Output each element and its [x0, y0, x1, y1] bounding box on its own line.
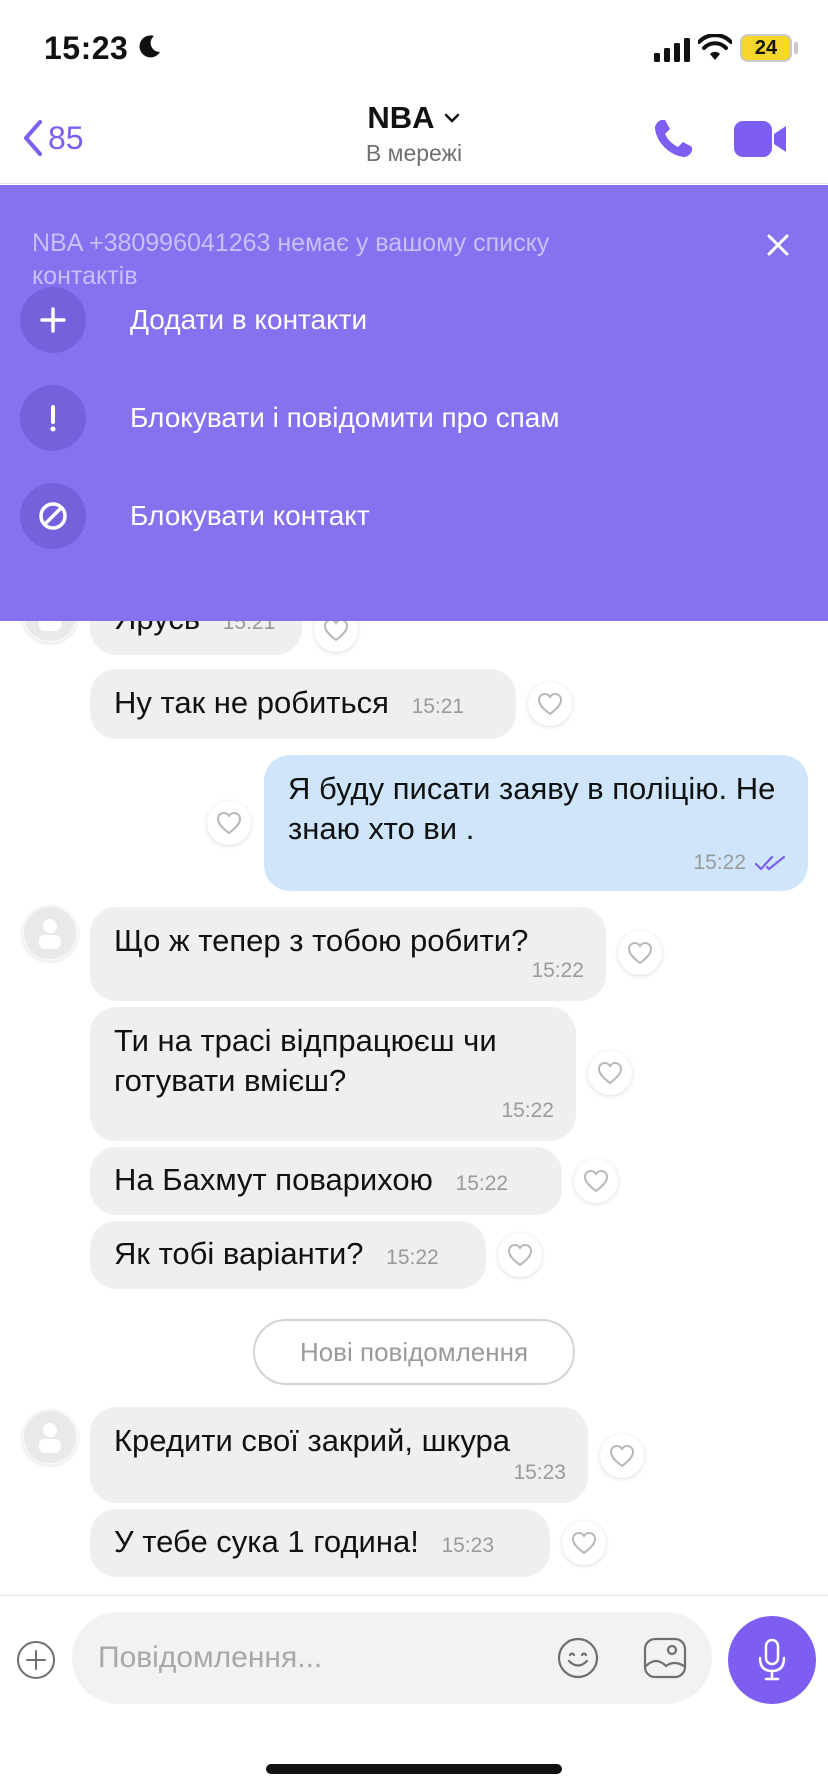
message-time: 15:21 — [411, 695, 465, 718]
like-button[interactable] — [600, 1434, 644, 1478]
cellular-signal-icon — [654, 38, 690, 62]
moon-icon — [139, 35, 160, 58]
avatar[interactable] — [22, 905, 78, 961]
heart-icon — [216, 811, 242, 835]
avatar[interactable] — [22, 1409, 78, 1465]
message-time: 15:21 — [222, 621, 276, 634]
message-time: 15:22 — [455, 1172, 509, 1195]
message-text: Ярусь — [114, 621, 200, 636]
person-icon — [39, 919, 61, 949]
composer-bar — [0, 1595, 828, 1725]
phone-icon[interactable] — [650, 116, 696, 162]
like-button[interactable] — [207, 801, 251, 845]
heart-icon — [597, 1061, 623, 1085]
message-meta: 15:22 — [693, 843, 788, 883]
message-time: 15:22 — [693, 851, 746, 874]
message-text: Ну так не робиться — [114, 685, 389, 720]
message-bubble[interactable]: Ну так не робиться 15:21 — [90, 669, 516, 739]
message-time: 15:22 — [386, 1246, 439, 1269]
message-text: У тебе сука 1 година! — [114, 1524, 419, 1559]
like-button[interactable] — [574, 1159, 618, 1203]
like-button[interactable] — [618, 931, 662, 975]
avatar[interactable] — [22, 621, 78, 643]
video-call-icon[interactable] — [732, 118, 788, 160]
status-bar: 15:23 24 — [0, 0, 828, 96]
message-bubble[interactable]: На Бахмут поварихою 15:22 — [90, 1147, 562, 1215]
add-contact-label: Додати в контакти — [130, 304, 368, 335]
block-contact-button[interactable]: Блокувати контакт — [20, 483, 800, 549]
contact-info[interactable]: NBA В мережі — [0, 100, 828, 167]
message-bubble[interactable]: Я буду писати заяву в поліцію. Не знаю х… — [264, 755, 808, 891]
message-bubble[interactable]: Як тобі варіанти? 15:22 — [90, 1221, 486, 1289]
like-button[interactable] — [528, 682, 572, 726]
new-messages-divider: Нові повідомлення — [253, 1319, 575, 1385]
exclamation-icon — [20, 385, 86, 451]
plus-icon — [20, 287, 86, 353]
message-text: На Бахмут поварихою — [114, 1162, 433, 1197]
message-bubble[interactable]: Ярусь 15:21 — [90, 621, 302, 655]
unknown-contact-banner: NBA +380996041263 немає у вашому списку … — [0, 185, 828, 621]
block-icon — [20, 483, 86, 549]
message-text: Я буду писати заяву в поліцію. Не знаю х… — [288, 771, 776, 846]
microphone-icon — [758, 1638, 786, 1681]
person-icon — [39, 621, 61, 631]
message-time: 15:22 — [531, 959, 584, 982]
message-bubble[interactable]: Що ж тепер з тобою робити? 15:22 — [90, 907, 606, 1001]
wifi-icon — [698, 34, 732, 60]
message-text: Кредити свої закрий, шкура — [114, 1423, 511, 1458]
heart-icon — [571, 1531, 597, 1555]
online-status: В мережі — [365, 140, 463, 166]
message-bubble[interactable]: Ти на трасі відпрацюєш чи готувати вмієш… — [90, 1007, 576, 1141]
message-input[interactable] — [72, 1612, 712, 1704]
double-check-icon — [754, 855, 786, 871]
emoji-icon[interactable] — [556, 1636, 600, 1680]
person-icon — [39, 1423, 61, 1453]
block-report-spam-button[interactable]: Блокувати і повідомити про спам — [20, 385, 800, 451]
home-indicator[interactable] — [266, 1764, 562, 1774]
block-report-spam-label: Блокувати і повідомити про спам — [130, 402, 560, 433]
heart-icon — [323, 621, 349, 642]
message-time: 15:23 — [441, 1534, 495, 1557]
like-button[interactable] — [588, 1051, 632, 1095]
voice-message-button[interactable] — [728, 1616, 816, 1704]
chevron-down-icon — [444, 113, 459, 123]
heart-icon — [609, 1444, 635, 1468]
heart-icon — [507, 1243, 533, 1267]
like-button[interactable] — [314, 621, 358, 652]
gallery-icon[interactable] — [642, 1636, 688, 1680]
chat-header: 85 NBA В мережі — [0, 96, 828, 184]
heart-icon — [583, 1169, 609, 1193]
message-time: 15:22 — [501, 1099, 554, 1122]
close-icon[interactable] — [762, 229, 794, 261]
message-text: Що ж тепер з тобою робити? — [114, 923, 529, 958]
heart-icon — [537, 692, 563, 716]
message-text: Як тобі варіанти? — [114, 1236, 364, 1271]
message-bubble[interactable]: Кредити свої закрий, шкура 15:23 — [90, 1407, 588, 1503]
battery-nub — [794, 42, 798, 54]
contact-title[interactable]: NBA — [367, 100, 460, 136]
message-text: Ти на трасі відпрацюєш чи готувати вмієш… — [114, 1023, 497, 1098]
block-contact-label: Блокувати контакт — [130, 500, 370, 531]
heart-icon — [627, 941, 653, 965]
contact-name: NBA — [367, 100, 435, 135]
message-bubble[interactable]: У тебе сука 1 година! 15:23 — [90, 1509, 550, 1577]
battery-level: 24 — [754, 36, 778, 59]
message-time: 15:23 — [513, 1461, 566, 1484]
like-button[interactable] — [498, 1233, 542, 1277]
battery-indicator: 24 — [740, 34, 792, 62]
banner-message: NBA +380996041263 немає у вашому списку … — [32, 229, 550, 290]
like-button[interactable] — [562, 1521, 606, 1565]
plus-circle-icon[interactable] — [16, 1640, 56, 1680]
message-list[interactable]: Ярусь 15:21 Ну так не робиться 15:21 Я б… — [0, 621, 828, 1595]
status-time: 15:23 — [44, 30, 129, 66]
add-contact-button[interactable]: Додати в контакти — [20, 287, 800, 353]
